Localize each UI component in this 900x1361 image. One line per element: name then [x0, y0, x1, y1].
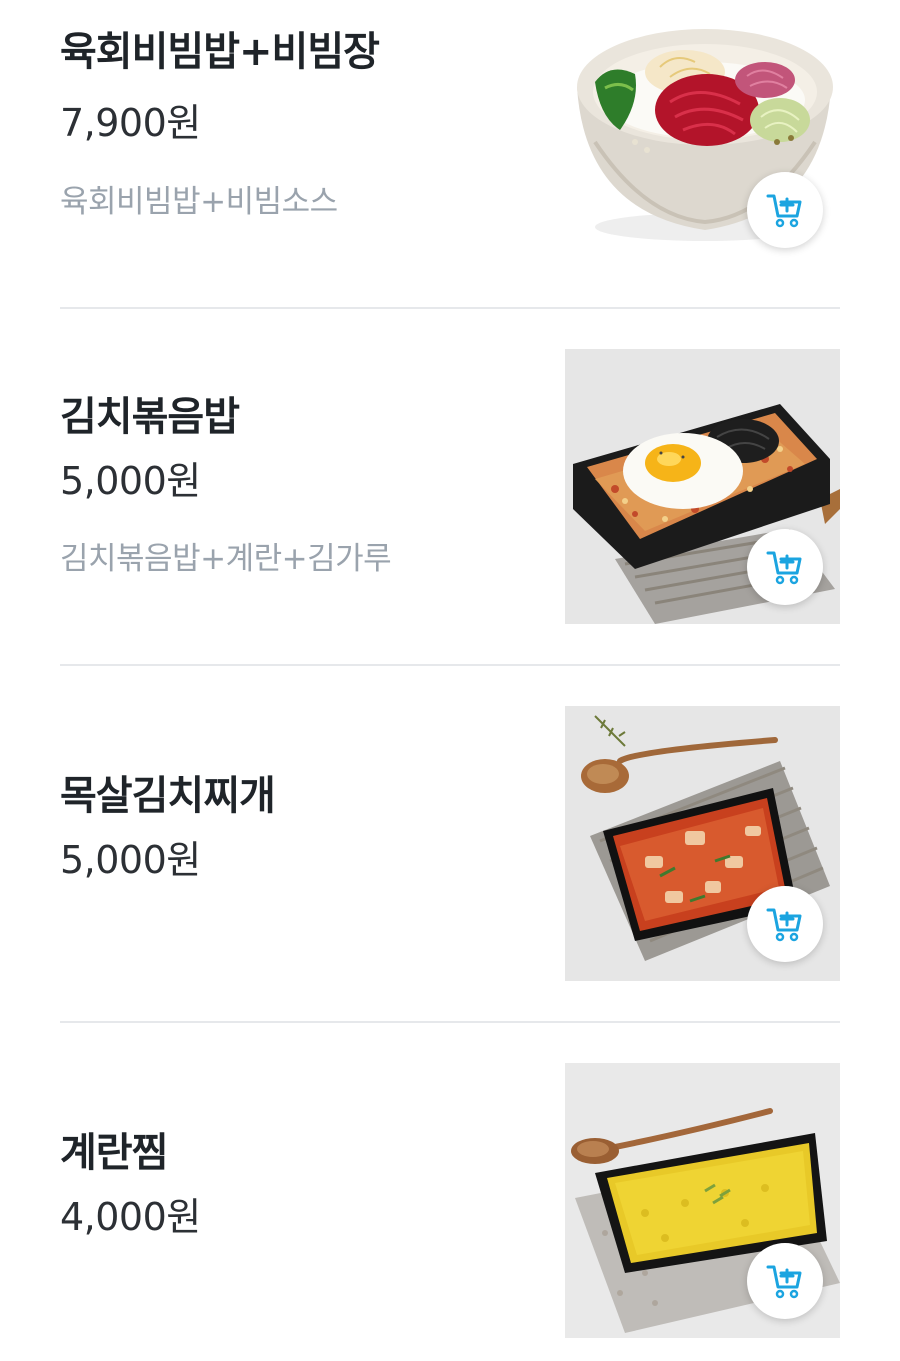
- menu-item[interactable]: 목살김치찌개 5,000원: [60, 706, 840, 981]
- menu-item[interactable]: 육회비빔밥+비빔장 7,900원 육회비빔밥+비빔소스: [60, 0, 840, 267]
- menu-item-image[interactable]: [565, 1063, 840, 1338]
- add-to-cart-button[interactable]: [747, 886, 823, 962]
- menu-item[interactable]: 계란찜 4,000원: [60, 1063, 840, 1338]
- add-to-cart-button[interactable]: [747, 1243, 823, 1319]
- add-to-cart-icon: [766, 908, 802, 942]
- divider: [60, 664, 840, 666]
- add-to-cart-icon: [766, 1265, 802, 1299]
- menu-list: 육회비빔밥+비빔장 7,900원 육회비빔밥+비빔소스 김치볶음밥 5,000원…: [0, 0, 900, 1361]
- menu-item-name: 육회비빔밥+비빔장: [60, 29, 380, 75]
- menu-item-price: 4,000원: [60, 1195, 201, 1239]
- menu-item-description: 김치볶음밥+계란+김가루: [60, 541, 392, 577]
- menu-item[interactable]: 김치볶음밥 5,000원 김치볶음밥+계란+김가루: [60, 349, 840, 624]
- divider: [60, 1021, 840, 1023]
- add-to-cart-button[interactable]: [747, 529, 823, 605]
- menu-item-name: 김치볶음밥: [60, 394, 240, 440]
- menu-item-price: 7,900원: [60, 101, 201, 145]
- menu-item-price: 5,000원: [60, 838, 201, 882]
- add-to-cart-icon: [766, 551, 802, 585]
- divider: [60, 307, 840, 309]
- menu-item-image[interactable]: [565, 349, 840, 624]
- menu-item-description: 육회비빔밥+비빔소스: [60, 184, 338, 220]
- menu-item-name: 목살김치찌개: [60, 773, 276, 819]
- add-to-cart-button[interactable]: [747, 172, 823, 248]
- add-to-cart-icon: [766, 194, 802, 228]
- menu-item-image[interactable]: [565, 0, 840, 267]
- menu-item-price: 5,000원: [60, 459, 201, 503]
- menu-item-name: 계란찜: [60, 1130, 168, 1176]
- menu-item-image[interactable]: [565, 706, 840, 981]
